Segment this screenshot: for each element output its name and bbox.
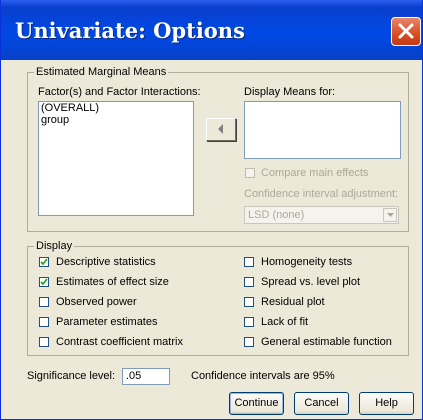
continue-button[interactable]: Continue <box>229 392 284 415</box>
effect-size-label: Estimates of effect size <box>56 276 169 288</box>
significance-level-input[interactable]: .05 <box>122 368 170 385</box>
factors-listbox[interactable]: (OVERALL) group <box>38 101 194 216</box>
contrast-coefficient-label: Contrast coefficient matrix <box>56 336 183 348</box>
observed-power-label: Observed power <box>56 296 137 308</box>
general-estimable-function-label: General estimable function <box>261 336 392 348</box>
cancel-button[interactable]: Cancel <box>294 392 349 415</box>
lack-of-fit-checkbox[interactable] <box>244 317 254 327</box>
effect-size-checkbox[interactable] <box>39 277 49 287</box>
title-bar[interactable]: Univariate: Options <box>1 0 422 60</box>
factors-label: Factor(s) and Factor Interactions: <box>38 86 201 98</box>
parameter-estimates-checkbox[interactable] <box>39 317 49 327</box>
arrow-left-icon <box>218 124 223 134</box>
ci-info-text: Confidence intervals are 95% <box>191 370 335 382</box>
significance-level-label: Significance level: <box>27 370 116 382</box>
close-button[interactable] <box>391 17 421 46</box>
lack-of-fit-label: Lack of fit <box>261 316 309 328</box>
display-means-label: Display Means for: <box>244 86 336 98</box>
window-title: Univariate: Options <box>15 18 245 43</box>
observed-power-checkbox[interactable] <box>39 297 49 307</box>
ci-adjustment-value: LSD (none) <box>248 209 305 221</box>
ci-adjustment-select[interactable]: LSD (none) <box>244 206 399 224</box>
residual-plot-checkbox[interactable] <box>244 297 254 307</box>
dropdown-button[interactable] <box>383 208 397 222</box>
help-button[interactable]: Help <box>359 392 414 415</box>
parameter-estimates-label: Parameter estimates <box>56 316 158 328</box>
descriptive-statistics-checkbox[interactable] <box>39 257 49 267</box>
descriptive-statistics-label: Descriptive statistics <box>56 256 156 268</box>
chevron-down-icon <box>387 213 394 217</box>
spread-level-plot-label: Spread vs. level plot <box>261 276 361 288</box>
list-item[interactable]: group <box>39 114 193 126</box>
homogeneity-tests-checkbox[interactable] <box>244 257 254 267</box>
options-dialog: Univariate: Options Estimated Marginal M… <box>0 0 423 420</box>
move-arrow-button[interactable] <box>206 118 236 141</box>
emm-legend: Estimated Marginal Means <box>36 66 167 78</box>
ci-adjustment-label: Confidence interval adjustment: <box>244 188 399 200</box>
list-item[interactable]: (OVERALL) <box>39 102 193 114</box>
compare-main-effects-checkbox[interactable] <box>245 168 255 178</box>
check-icon <box>40 278 48 286</box>
homogeneity-tests-label: Homogeneity tests <box>261 256 353 268</box>
general-estimable-function-checkbox[interactable] <box>244 337 254 347</box>
compare-main-effects-label: Compare main effects <box>261 167 369 179</box>
residual-plot-label: Residual plot <box>261 296 325 308</box>
contrast-coefficient-checkbox[interactable] <box>39 337 49 347</box>
check-icon <box>40 258 48 266</box>
spread-level-plot-checkbox[interactable] <box>244 277 254 287</box>
close-icon <box>398 23 414 39</box>
display-legend: Display <box>36 240 73 252</box>
display-means-listbox[interactable] <box>244 101 401 159</box>
